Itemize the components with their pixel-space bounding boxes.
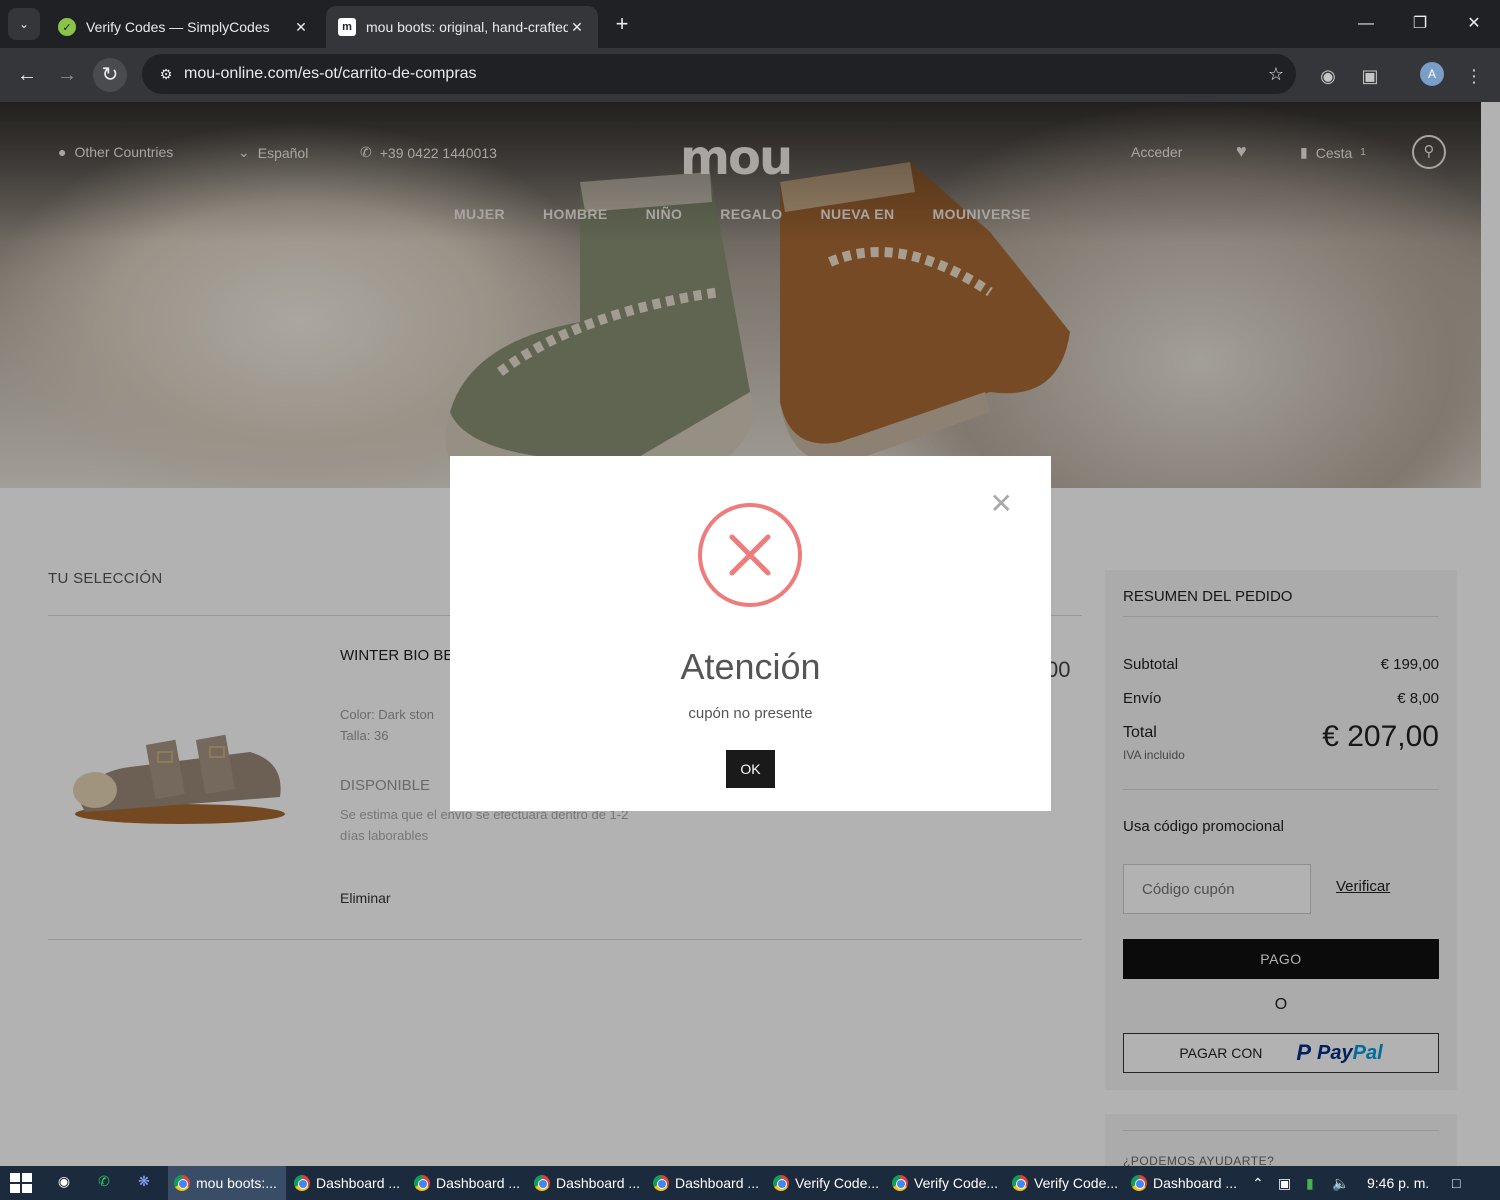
battery-icon[interactable]: ▮: [1306, 1166, 1314, 1200]
new-tab-button[interactable]: +: [608, 10, 636, 38]
tab-title: Verify Codes — SimplyCodes: [86, 19, 270, 35]
extensions-puzzle-icon[interactable]: ▣: [1356, 62, 1384, 90]
bookmark-star-icon[interactable]: ☆: [1256, 64, 1296, 85]
ok-button[interactable]: OK: [726, 750, 775, 788]
whatsapp-icon[interactable]: ✆: [92, 1173, 116, 1193]
reload-icon[interactable]: ↻: [93, 58, 127, 92]
chrome-pinned-icon[interactable]: ◉: [52, 1173, 76, 1193]
web-page: ● Other Countries ⌄ Español ✆ +39 0422 1…: [0, 102, 1500, 1166]
error-x-glyph: [729, 534, 771, 576]
close-icon[interactable]: ✕: [990, 490, 1013, 518]
alert-dialog: ✕ Atención cupón no presente OK: [450, 456, 1051, 811]
close-tab-icon[interactable]: ✕: [568, 19, 586, 36]
minimize-icon[interactable]: —: [1346, 8, 1386, 40]
site-settings-icon[interactable]: ⚙: [148, 66, 184, 83]
dialog-title: Atención: [680, 646, 821, 687]
simplycodes-favicon-icon: ✓: [58, 18, 76, 36]
back-icon[interactable]: ←: [10, 58, 44, 92]
taskbar-app[interactable]: Verify Code...: [1006, 1166, 1124, 1200]
network-icon[interactable]: ▣: [1278, 1166, 1291, 1200]
mou-favicon-icon: m: [338, 18, 356, 36]
chrome-icon: [653, 1175, 669, 1191]
forward-icon[interactable]: →: [50, 58, 84, 92]
taskbar-app[interactable]: Dashboard ...: [528, 1166, 646, 1200]
taskbar-app[interactable]: Verify Code...: [886, 1166, 1004, 1200]
app-gear-icon[interactable]: ❋: [132, 1173, 156, 1193]
url-text[interactable]: mou-online.com/es-ot/carrito-de-compras: [184, 65, 1256, 83]
close-window-icon[interactable]: ✕: [1454, 8, 1494, 40]
taskbar-app[interactable]: mou boots:...: [168, 1166, 286, 1200]
close-tab-icon[interactable]: ✕: [292, 19, 310, 36]
taskbar-app[interactable]: Dashboard ...: [647, 1166, 765, 1200]
tray-chevron-up-icon[interactable]: ⌃: [1252, 1166, 1264, 1200]
windows-taskbar: ◉ ✆ ❋ mou boots:... Dashboard ... Dashbo…: [0, 1166, 1500, 1200]
notifications-icon[interactable]: □: [1452, 1166, 1460, 1200]
tab-title: mou boots: original, hand-crafted: [366, 19, 568, 35]
dialog-message: cupón no presente: [688, 705, 813, 722]
extension-robot-icon[interactable]: ◉: [1314, 62, 1342, 90]
taskbar-app[interactable]: Dashboard ...: [1125, 1166, 1243, 1200]
chrome-icon: [414, 1175, 430, 1191]
chrome-icon: [534, 1175, 550, 1191]
browser-tab-bar: ⌄ ✓ Verify Codes — SimplyCodes ✕ m mou b…: [0, 0, 1500, 48]
tab-verify-codes[interactable]: ✓ Verify Codes — SimplyCodes ✕: [46, 6, 322, 48]
chevron-down-icon: ⌄: [18, 17, 30, 31]
taskbar-app[interactable]: Dashboard ...: [288, 1166, 406, 1200]
address-bar[interactable]: ⚙ mou-online.com/es-ot/carrito-de-compra…: [142, 54, 1296, 94]
clock[interactable]: 9:46 p. m.: [1367, 1166, 1429, 1200]
chrome-icon: [174, 1175, 190, 1191]
volume-icon[interactable]: 🔈: [1332, 1166, 1349, 1200]
tab-mou-boots[interactable]: m mou boots: original, hand-crafted ✕: [326, 6, 598, 48]
windows-start-icon[interactable]: [10, 1173, 32, 1193]
menu-kebab-icon[interactable]: ⋮: [1460, 62, 1488, 90]
taskbar-app[interactable]: Verify Code...: [767, 1166, 885, 1200]
chrome-icon: [1131, 1175, 1147, 1191]
taskbar-app[interactable]: Dashboard ...: [408, 1166, 526, 1200]
error-x-icon: [698, 503, 802, 607]
chrome-icon: [1012, 1175, 1028, 1191]
profile-avatar[interactable]: A: [1420, 62, 1444, 86]
chrome-icon: [773, 1175, 789, 1191]
chrome-icon: [294, 1175, 310, 1191]
browser-toolbar: ← → ↻ ⚙ mou-online.com/es-ot/carrito-de-…: [0, 48, 1500, 102]
chrome-icon: [892, 1175, 908, 1191]
tab-search-button[interactable]: ⌄: [8, 8, 40, 40]
restore-icon[interactable]: ❐: [1400, 8, 1440, 40]
